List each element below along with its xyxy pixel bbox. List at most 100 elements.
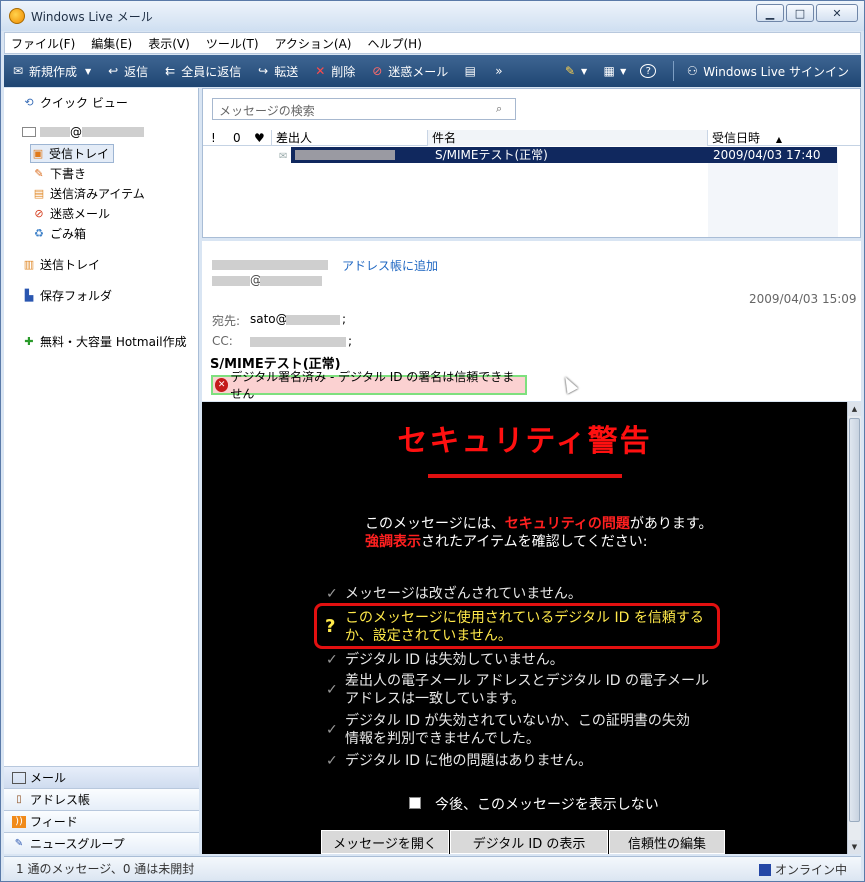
menu-layout-button[interactable]: ▦ ▼ bbox=[601, 64, 626, 78]
close-button[interactable]: ✕ bbox=[816, 4, 858, 22]
signature-status-bar[interactable]: ✕ デジタル署名済み - デジタル ID の署名は信頼できません bbox=[211, 370, 527, 401]
folder-quick-view[interactable]: ⟲ クイック ビュー bbox=[22, 94, 127, 111]
sent-icon: ▤ bbox=[33, 187, 45, 200]
search-input[interactable]: メッセージの検索 ⌕ bbox=[212, 98, 516, 120]
menu-file[interactable]: ファイル(F) bbox=[11, 35, 75, 52]
folder-outbox[interactable]: ▥ 送信トレイ bbox=[22, 256, 100, 273]
junk-button[interactable]: ⊘ 迷惑メール bbox=[369, 63, 448, 80]
search-icon[interactable]: ⌕ bbox=[496, 102, 510, 116]
create-hotmail-link[interactable]: ✚ 無料・大容量 Hotmail作成 bbox=[22, 333, 186, 350]
reply-all-icon: ⇇ bbox=[165, 64, 176, 78]
title-bar: Windows Live メール ▁ □ ✕ bbox=[1, 1, 864, 31]
to-domain-redacted bbox=[286, 315, 340, 325]
scroll-down-icon[interactable]: ▼ bbox=[848, 840, 861, 854]
chevron-down-icon[interactable]: ▼ bbox=[85, 67, 91, 76]
inbox-icon: ▣ bbox=[32, 147, 44, 160]
add-to-contacts-link[interactable]: アドレス帳に追加 bbox=[342, 257, 438, 274]
window-controls: ▁ □ ✕ bbox=[756, 4, 858, 22]
print-button[interactable]: ▤ bbox=[462, 64, 481, 78]
quick-view-icon: ⟲ bbox=[24, 96, 34, 109]
junk-folder-icon: ⊘ bbox=[34, 207, 44, 220]
table-row[interactable]: ✉ S/MIMEテスト(正常) 2009/04/03 17:40 bbox=[279, 147, 837, 163]
preview-scrollbar[interactable]: ▲ ▼ bbox=[847, 402, 861, 854]
warning-item-trust: このメッセージに使用されているデジタル ID を信頼する か、設定されていません… bbox=[345, 610, 704, 644]
folder-junk[interactable]: ⊘ 迷惑メール bbox=[32, 205, 110, 222]
nav-mail-button[interactable]: メール bbox=[4, 766, 199, 788]
scroll-up-icon[interactable]: ▲ bbox=[848, 402, 861, 416]
junk-icon: ⊘ bbox=[372, 64, 383, 78]
invalid-certificate-icon: ✕ bbox=[215, 378, 229, 392]
message-list-pane: メッセージの検索 ⌕ ! 0 ♥ 差出人 件名 受信日時 ▲ ✉ S/MIMEテ… bbox=[202, 88, 861, 238]
help-button[interactable]: ? bbox=[640, 64, 659, 78]
delete-button[interactable]: ✕ 削除 bbox=[312, 63, 355, 80]
to-value[interactable]: sato@ bbox=[250, 312, 288, 326]
layout-icon: ▦ bbox=[603, 64, 615, 78]
reply-icon: ↩ bbox=[108, 64, 119, 78]
stationery-button[interactable]: ✎ ▼ bbox=[562, 64, 587, 78]
mail-icon bbox=[12, 771, 26, 784]
check-icon: ✓ bbox=[326, 722, 338, 738]
dont-show-checkbox[interactable] bbox=[409, 797, 421, 809]
windows-live-mail-icon bbox=[9, 8, 25, 24]
sender-redacted bbox=[295, 150, 395, 160]
forward-icon: ↪ bbox=[258, 64, 269, 78]
preview-header: アドレス帳に追加 @ 2009/04/03 15:09 宛先: sato@ ; … bbox=[202, 241, 861, 401]
online-status[interactable]: オンライン中 bbox=[758, 861, 847, 878]
new-button[interactable]: ✉ 新規作成 ▼ bbox=[10, 63, 91, 80]
scroll-thumb[interactable] bbox=[849, 418, 860, 822]
folder-sent[interactable]: ▤ 送信済みアイテム bbox=[32, 185, 145, 202]
column-priority[interactable]: ! bbox=[211, 130, 216, 146]
signin-button[interactable]: ⚇ Windows Live サインイン bbox=[684, 63, 849, 80]
check-icon: ✓ bbox=[326, 753, 338, 769]
folder-drafts[interactable]: ✎ 下書き bbox=[32, 165, 86, 182]
column-date[interactable]: 受信日時 ▲ bbox=[707, 130, 857, 146]
maximize-button[interactable]: □ bbox=[786, 4, 814, 22]
show-digital-id-button[interactable]: デジタル ID の表示 bbox=[450, 830, 608, 854]
warning-item-revoked: デジタル ID は失効していません。 bbox=[345, 652, 564, 668]
menu-actions[interactable]: アクション(A) bbox=[275, 35, 352, 52]
warning-underline bbox=[428, 474, 622, 478]
message-count: 1 通のメッセージ、0 通は未開封 bbox=[16, 862, 195, 876]
message-read-icon: ✉ bbox=[279, 151, 288, 162]
nav-buttons: メール ▯ アドレス帳 )) フィード ✎ ニュースグループ bbox=[4, 766, 199, 854]
message-date: 2009/04/03 15:09 bbox=[749, 292, 857, 306]
folder-inbox[interactable]: ▣ 受信トレイ bbox=[30, 144, 115, 163]
add-account-icon: ✚ bbox=[24, 335, 34, 348]
to-label: 宛先: bbox=[212, 314, 241, 328]
dont-show-label[interactable]: 今後、このメッセージを表示しない bbox=[435, 794, 659, 814]
toolbar-right: ✎ ▼ ▦ ▼ ? ⚇ Windows Live サインイン bbox=[562, 55, 849, 87]
trash-icon: ♻ bbox=[34, 227, 44, 240]
cc-end: ; bbox=[348, 334, 353, 348]
minimize-button[interactable]: ▁ bbox=[756, 4, 784, 22]
menu-help[interactable]: ヘルプ(H) bbox=[368, 35, 422, 52]
sender-name-redacted bbox=[212, 260, 328, 270]
column-from[interactable]: 差出人 bbox=[271, 130, 427, 146]
folder-trash[interactable]: ♻ ごみ箱 bbox=[32, 225, 86, 242]
printer-icon: ▤ bbox=[464, 64, 476, 78]
reply-all-button[interactable]: ⇇ 全員に返信 bbox=[162, 63, 241, 80]
menu-edit[interactable]: 編集(E) bbox=[91, 35, 132, 52]
edit-trust-button[interactable]: 信頼性の編集 bbox=[609, 830, 725, 854]
open-message-button[interactable]: メッセージを開く bbox=[321, 830, 449, 854]
menu-bar: ファイル(F) 編集(E) 表示(V) ツール(T) アクション(A) ヘルプ(… bbox=[4, 32, 861, 54]
cc-label: CC: bbox=[212, 334, 233, 348]
sender-domain-redacted bbox=[260, 276, 322, 286]
nav-newsgroups-button[interactable]: ✎ ニュースグループ bbox=[4, 832, 199, 854]
column-attachment[interactable]: 0 bbox=[233, 130, 241, 146]
column-flag[interactable]: ♥ bbox=[254, 130, 265, 146]
folder-storage[interactable]: ▙ 保存フォルダ bbox=[22, 287, 112, 304]
security-warning: セキュリティ警告 このメッセージには、セキュリティの問題があります。 強調表示さ… bbox=[202, 402, 847, 854]
reply-button[interactable]: ↩ 返信 bbox=[105, 63, 148, 80]
column-subject[interactable]: 件名 bbox=[427, 130, 707, 146]
online-icon bbox=[758, 863, 771, 876]
column-header: ! 0 ♥ 差出人 件名 受信日時 ▲ bbox=[203, 130, 860, 146]
nav-contacts-button[interactable]: ▯ アドレス帳 bbox=[4, 788, 199, 810]
forward-button[interactable]: ↪ 転送 bbox=[255, 63, 298, 80]
warning-item-address: 差出人の電子メール アドレスとデジタル ID の電子メール アドレスは一致してい… bbox=[345, 673, 709, 707]
nav-feeds-button[interactable]: )) フィード bbox=[4, 810, 199, 832]
row-date: 2009/04/03 17:40 bbox=[713, 148, 821, 162]
account-header[interactable]: @ bbox=[22, 125, 144, 139]
menu-tools[interactable]: ツール(T) bbox=[206, 35, 259, 52]
menu-view[interactable]: 表示(V) bbox=[148, 35, 190, 52]
more-button[interactable]: » bbox=[495, 64, 502, 78]
